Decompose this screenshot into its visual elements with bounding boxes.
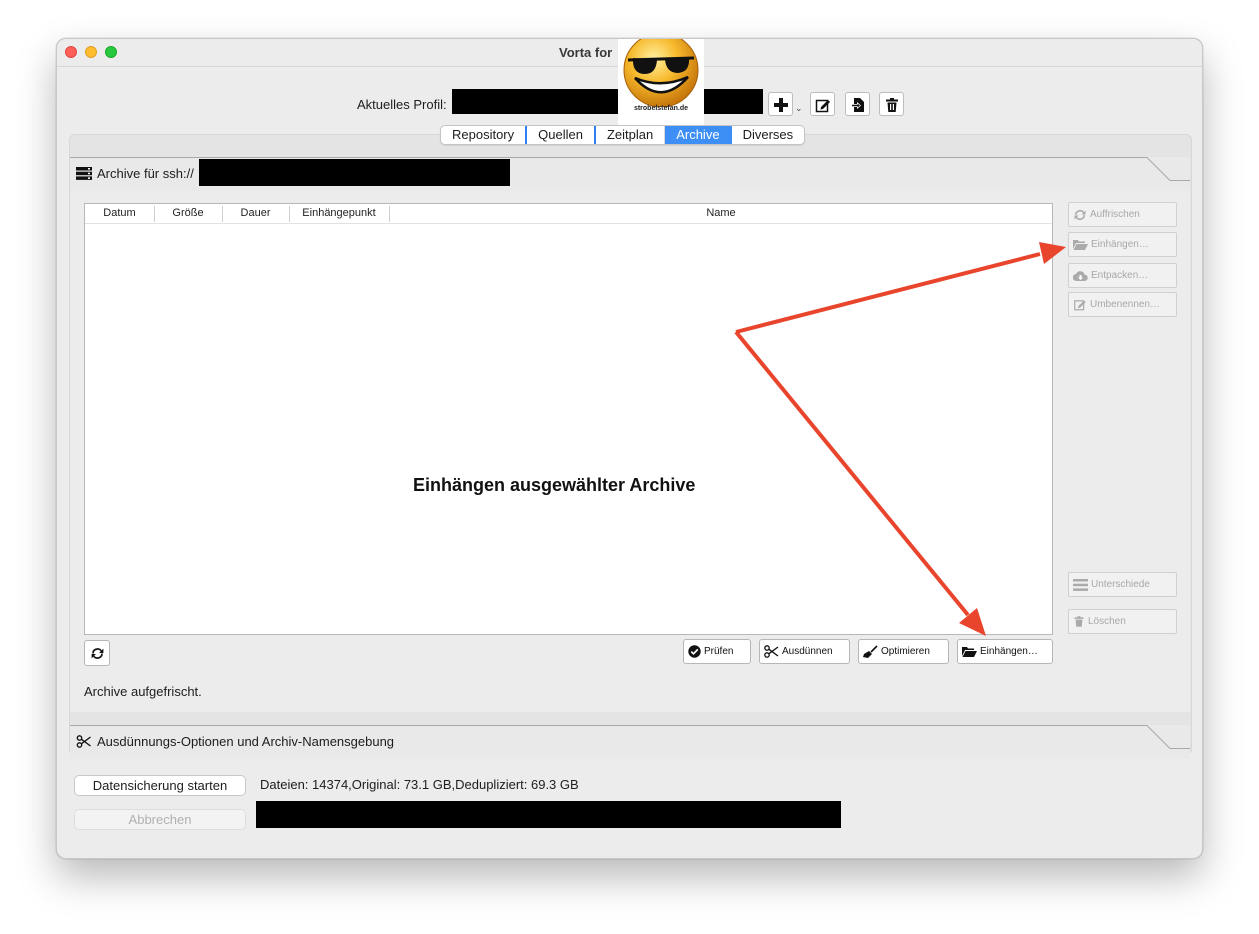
- check-button[interactable]: Prüfen: [683, 639, 751, 664]
- tab-schedule[interactable]: Zeitplan: [596, 126, 666, 144]
- close-window-button[interactable]: [65, 46, 77, 58]
- extract-archive-label: Entpacken…: [1091, 270, 1149, 281]
- chevron-down-icon[interactable]: ⌄: [795, 103, 803, 114]
- prune-label: Ausdünnen: [782, 646, 833, 657]
- cancel-button[interactable]: Abbrechen: [74, 809, 246, 830]
- watermark-logo: strobelstefan.de: [618, 39, 704, 125]
- profile-label: Aktuelles Profil:: [357, 97, 447, 112]
- column-mountpoint[interactable]: Einhängepunkt: [289, 207, 389, 219]
- edit-profile-button[interactable]: [810, 92, 835, 116]
- folder-open-icon: [962, 646, 977, 657]
- profile-select-redacted[interactable]: [452, 89, 618, 114]
- refresh-icon: [91, 648, 104, 659]
- main-window: Vorta for Aktuelles Profil: ⌄ Repository: [56, 38, 1203, 859]
- diff-archive-button[interactable]: Unterschiede: [1068, 572, 1177, 597]
- column-duration[interactable]: Dauer: [222, 207, 289, 219]
- group-header-outline: [70, 725, 1190, 749]
- add-profile-button[interactable]: [768, 92, 793, 116]
- plus-icon: [774, 98, 788, 112]
- mount-archive-side-button[interactable]: Einhängen…: [1068, 232, 1177, 257]
- tab-sources[interactable]: Quellen: [527, 126, 596, 144]
- mount-archive-side-label: Einhängen…: [1091, 239, 1149, 250]
- delete-profile-button[interactable]: [879, 92, 904, 116]
- table-header: Datum Größe Dauer Einhängepunkt Name: [85, 204, 1052, 224]
- start-backup-button[interactable]: Datensicherung starten: [74, 775, 246, 796]
- check-label: Prüfen: [704, 646, 734, 657]
- window-title: Vorta for: [559, 45, 613, 60]
- column-size[interactable]: Größe: [154, 207, 222, 219]
- trash-icon: [1073, 615, 1085, 628]
- list-icon: [1073, 578, 1088, 591]
- column-date[interactable]: Datum: [85, 207, 154, 219]
- minimize-window-button[interactable]: [85, 46, 97, 58]
- progress-redacted: [256, 801, 841, 828]
- cloud-download-icon: [1073, 270, 1088, 282]
- status-message: Archive aufgefrischt.: [84, 684, 202, 699]
- smiley-sunglasses-icon: [623, 39, 699, 108]
- refresh-icon: [1073, 209, 1087, 221]
- tab-misc[interactable]: Diverses: [732, 126, 805, 144]
- logo-caption: strobelstefan.de: [633, 105, 689, 112]
- prune-button[interactable]: Ausdünnen: [759, 639, 850, 664]
- archive-table[interactable]: Datum Größe Dauer Einhängepunkt Name: [84, 203, 1053, 635]
- tab-repository[interactable]: Repository: [441, 126, 528, 144]
- archive-content: Datum Größe Dauer Einhängepunkt Name Ein…: [70, 191, 1190, 712]
- delete-archive-button[interactable]: Löschen: [1068, 609, 1177, 634]
- backup-stats: Dateien: 14374,Original: 73.1 GB,Dedupli…: [260, 777, 579, 792]
- tab-archives[interactable]: Archive: [665, 126, 732, 144]
- group-header-outline: [70, 157, 1190, 181]
- mount-archive-label: Einhängen…: [980, 646, 1038, 657]
- edit-icon: [815, 99, 830, 113]
- prune-group-header[interactable]: Ausdünnungs-Optionen und Archiv-Namensge…: [70, 725, 1190, 759]
- compact-label: Optimieren: [881, 646, 930, 657]
- import-profile-button[interactable]: [845, 92, 870, 116]
- main-tabs: Repository Quellen Zeitplan Archive Dive…: [440, 125, 806, 145]
- mount-archive-button[interactable]: Einhängen…: [957, 639, 1053, 664]
- archive-group-header[interactable]: Archive für ssh://: [70, 157, 1190, 191]
- maximize-window-button[interactable]: [105, 46, 117, 58]
- extract-archive-button[interactable]: Entpacken…: [1068, 263, 1177, 288]
- refresh-list-button[interactable]: [84, 640, 110, 666]
- rename-archive-label: Umbenennen…: [1090, 299, 1161, 310]
- refresh-archive-button[interactable]: Auffrischen: [1068, 202, 1177, 227]
- compact-button[interactable]: Optimieren: [858, 639, 949, 664]
- scissors-icon: [764, 645, 779, 658]
- delete-archive-label: Löschen: [1088, 616, 1126, 627]
- import-icon: [851, 98, 864, 112]
- column-name[interactable]: Name: [389, 207, 1053, 219]
- broom-icon: [863, 645, 878, 658]
- edit-icon: [1073, 298, 1087, 311]
- folder-open-icon: [1073, 239, 1088, 250]
- rename-archive-button[interactable]: Umbenennen…: [1068, 292, 1177, 317]
- check-circle-icon: [688, 645, 701, 658]
- trash-icon: [886, 98, 898, 112]
- refresh-archive-label: Auffrischen: [1090, 209, 1140, 220]
- diff-archive-label: Unterschiede: [1091, 579, 1150, 590]
- annotation-label: Einhängen ausgewählter Archive: [413, 475, 696, 495]
- profile-select-redacted-right: [702, 89, 763, 114]
